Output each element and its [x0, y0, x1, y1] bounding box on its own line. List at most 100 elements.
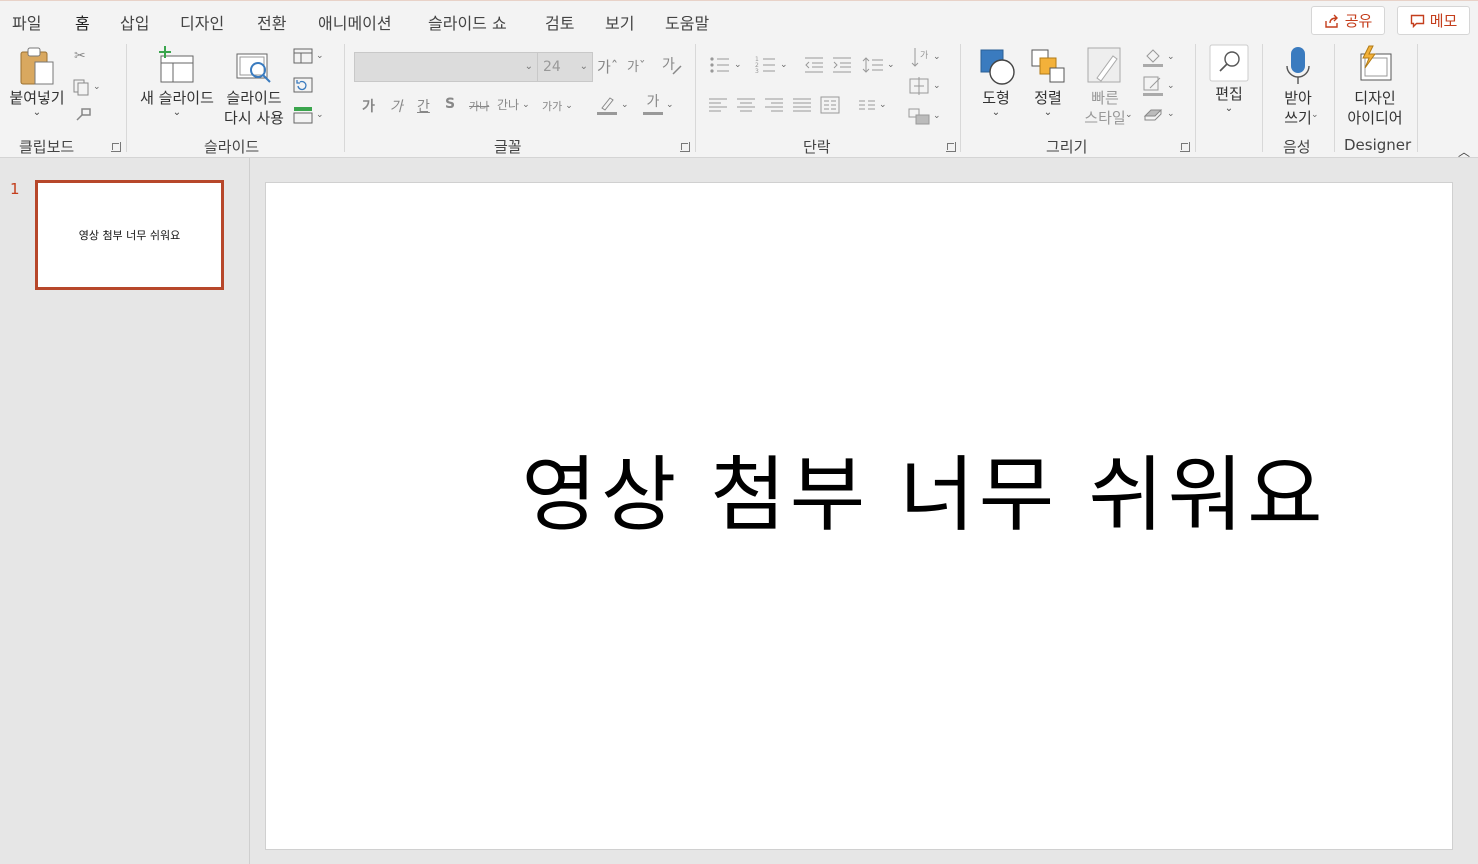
design-ideas-button[interactable]: 디자인 아이디어 [1342, 44, 1408, 128]
strikethrough-button[interactable]: 가나 [469, 98, 489, 114]
text-direction-dropdown-icon[interactable]: ⌄ [933, 52, 941, 62]
convert-to-smartart-button[interactable]: ⌄ [908, 106, 941, 126]
align-text-button[interactable]: ⌄ [908, 76, 941, 96]
numbering-button[interactable]: 123 ⌄ [755, 56, 788, 74]
italic-button[interactable]: 가 [390, 96, 403, 116]
tab-animations[interactable]: 애니메이션 [318, 10, 392, 34]
slide-thumbnail[interactable]: 영상 첨부 너무 쉬워요 [35, 180, 224, 290]
smartart-dropdown-icon[interactable]: ⌄ [933, 111, 941, 121]
editing-button[interactable]: 편집 ⌄ [1206, 44, 1252, 114]
format-painter-icon [76, 108, 91, 121]
layout-icon [293, 48, 313, 64]
change-case-button[interactable]: 가가 ⌄ [542, 98, 573, 114]
font-name-combobox[interactable]: ⌄ [354, 52, 538, 82]
paste-button[interactable]: 붙여넣기 ⌄ [6, 44, 68, 118]
quick-styles-dropdown-icon[interactable]: ⌄ [1125, 110, 1133, 120]
character-spacing-button[interactable]: 간나 ⌄ [497, 96, 530, 113]
tab-help[interactable]: 도움말 [665, 10, 709, 34]
tab-slideshow[interactable]: 슬라이드 쇼 [428, 10, 507, 34]
tab-file[interactable]: 파일 [12, 10, 41, 34]
cut-button[interactable]: ✂ [74, 48, 86, 64]
character-spacing-dropdown-icon[interactable]: ⌄ [522, 100, 530, 110]
justify-button[interactable] [792, 97, 812, 113]
format-painter-button[interactable] [74, 106, 92, 124]
increase-indent-button[interactable] [832, 56, 852, 74]
decrease-indent-button[interactable] [804, 56, 824, 74]
reuse-slides-label-2: 다시 사용 [224, 109, 284, 127]
paste-dropdown-icon[interactable]: ⌄ [33, 108, 41, 118]
columns-button[interactable] [820, 96, 840, 114]
align-center-button[interactable] [736, 97, 756, 113]
shape-outline-dropdown-icon[interactable]: ⌄ [1167, 81, 1175, 91]
section-dropdown-icon[interactable]: ⌄ [316, 110, 324, 120]
align-right-button[interactable] [764, 97, 784, 113]
section-button[interactable]: ⌄ [293, 106, 324, 124]
slide-canvas[interactable]: 영상 첨부 너무 쉬워요 [265, 182, 1453, 850]
numbering-dropdown-icon[interactable]: ⌄ [780, 60, 788, 70]
highlight-color-button[interactable]: ⌄ [596, 94, 629, 116]
underline-button[interactable]: 간 [417, 96, 430, 116]
arrange-button[interactable]: 정렬 ⌄ [1024, 44, 1072, 118]
drawing-launcher-icon[interactable] [1180, 142, 1190, 152]
copy-dropdown-icon[interactable]: ⌄ [93, 82, 101, 92]
reset-slide-button[interactable] [293, 77, 313, 93]
shape-fill-button[interactable]: ⌄ [1142, 46, 1175, 68]
dictate-dropdown-icon[interactable]: ⌄ [1311, 110, 1319, 120]
align-center-icon [737, 98, 755, 112]
tab-review[interactable]: 검토 [545, 10, 574, 34]
new-slide-dropdown-icon[interactable]: ⌄ [173, 108, 181, 118]
tab-home[interactable]: 홈 [75, 10, 90, 43]
new-slide-icon [159, 46, 194, 83]
layout-button[interactable]: ⌄ [293, 48, 324, 64]
shape-outline-button[interactable]: ⌄ [1142, 75, 1175, 97]
text-shadow-button[interactable]: S [445, 96, 455, 112]
shapes-dropdown-icon[interactable]: ⌄ [992, 108, 1000, 118]
reuse-slides-button[interactable]: 슬라이드 다시 사용 [221, 44, 287, 128]
comments-button[interactable]: 메모 [1397, 6, 1470, 35]
increase-font-size-button[interactable]: 가ˆ [597, 56, 618, 77]
clipboard-launcher-icon[interactable] [111, 142, 121, 152]
editing-dropdown-icon[interactable]: ⌄ [1225, 104, 1233, 114]
tab-view[interactable]: 보기 [605, 10, 634, 34]
editing-label: 편집 [1215, 85, 1243, 103]
clear-formatting-button[interactable]: 가 [661, 54, 683, 76]
tab-insert[interactable]: 삽입 [120, 10, 149, 34]
font-name-dropdown-icon[interactable]: ⌄ [525, 61, 533, 72]
new-slide-button[interactable]: 새 슬라이드 ⌄ [136, 44, 218, 118]
align-left-button[interactable] [708, 97, 728, 113]
bold-button[interactable]: 가 [362, 96, 375, 116]
align-text-dropdown-icon[interactable]: ⌄ [933, 81, 941, 91]
font-size-dropdown-icon[interactable]: ⌄ [580, 61, 588, 72]
shape-effects-button[interactable]: ⌄ [1142, 104, 1175, 124]
highlight-dropdown-icon[interactable]: ⌄ [621, 100, 629, 110]
collapse-ribbon-icon[interactable]: ︿ [1458, 143, 1470, 160]
layout-dropdown-icon[interactable]: ⌄ [316, 51, 324, 61]
font-color-button[interactable]: 가 ⌄ [643, 94, 674, 115]
share-button[interactable]: 공유 [1311, 6, 1385, 35]
bullets-dropdown-icon[interactable]: ⌄ [734, 60, 742, 70]
font-launcher-icon[interactable] [680, 142, 690, 152]
slide-title-text[interactable]: 영상 첨부 너무 쉬워요 [266, 428, 1452, 547]
line-spacing-dropdown-icon[interactable]: ⌄ [887, 60, 895, 70]
shape-effects-dropdown-icon[interactable]: ⌄ [1167, 109, 1175, 119]
design-ideas-icon [1360, 45, 1392, 81]
tab-design[interactable]: 디자인 [180, 10, 224, 34]
align-columns-dropdown-icon[interactable]: ⌄ [879, 100, 887, 110]
font-color-bar [643, 112, 663, 115]
tab-transitions[interactable]: 전환 [257, 10, 286, 34]
bullets-button[interactable]: ⌄ [709, 56, 742, 74]
change-case-dropdown-icon[interactable]: ⌄ [565, 101, 573, 111]
paragraph-launcher-icon[interactable] [946, 142, 956, 152]
copy-button[interactable]: ⌄ [72, 78, 101, 96]
font-size-combobox[interactable]: 24 ⌄ [537, 52, 593, 82]
arrange-dropdown-icon[interactable]: ⌄ [1044, 108, 1052, 118]
text-direction-button[interactable]: 가 ⌄ [910, 46, 941, 68]
font-color-dropdown-icon[interactable]: ⌄ [666, 100, 674, 110]
search-icon [1209, 44, 1249, 82]
decrease-font-size-button[interactable]: 가ˇ [627, 56, 645, 75]
shapes-button[interactable]: 도형 ⌄ [972, 44, 1020, 118]
shape-fill-dropdown-icon[interactable]: ⌄ [1167, 52, 1175, 62]
group-separator [1334, 44, 1335, 152]
align-columns-button[interactable]: ⌄ [858, 98, 887, 112]
line-spacing-button[interactable]: ⌄ [862, 56, 895, 74]
